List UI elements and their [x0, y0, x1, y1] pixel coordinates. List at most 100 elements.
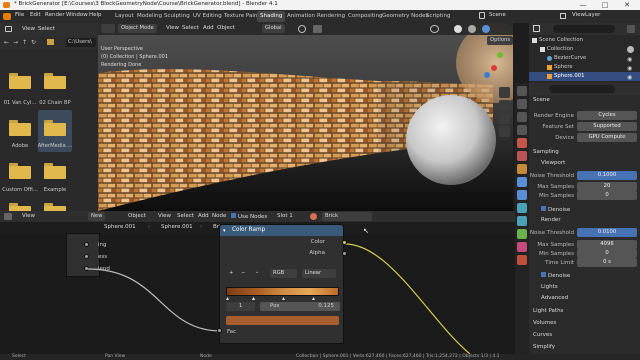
constraints-tab-icon[interactable]	[517, 216, 527, 226]
pivot-icon[interactable]	[298, 25, 306, 33]
menu-file[interactable]: File	[15, 12, 24, 18]
eye-icon[interactable]: ◉	[627, 73, 632, 82]
3d-viewport[interactable]: Object Mode View Select Add Object Globa…	[98, 23, 513, 211]
feature-set-row[interactable]: Feature Set Supported	[529, 122, 640, 132]
r-min-samples-field[interactable]: 0	[577, 249, 637, 258]
time-limit-row[interactable]: Time Limit 0 s	[529, 258, 640, 268]
render-subsection[interactable]: Render	[541, 217, 561, 223]
outliner-row-collection[interactable]: Collection	[529, 45, 640, 54]
object-tab-icon[interactable]	[517, 164, 527, 174]
folder-icon[interactable]	[44, 73, 66, 89]
tab-scripting[interactable]: Scripting	[423, 11, 453, 22]
outliner-row-sphere-001[interactable]: Sphere.001 ◉	[529, 72, 640, 81]
snap-icon[interactable]	[313, 25, 322, 33]
tab-shading[interactable]: Shading	[257, 11, 286, 22]
chevron-down-icon[interactable]: ⌄	[255, 269, 259, 275]
tab-uv-editing[interactable]: UV Editing	[190, 11, 225, 22]
filter-icon[interactable]	[627, 25, 635, 33]
menu-edit[interactable]: Edit	[30, 12, 41, 18]
interpolation-dropdown[interactable]: Linear	[302, 269, 336, 278]
tab-layout[interactable]: Layout	[112, 11, 137, 22]
scene-name[interactable]: Scene	[489, 12, 506, 18]
checkbox-icon[interactable]	[627, 46, 634, 53]
render-engine-row[interactable]: Render Engine Cycles	[529, 111, 640, 121]
folder-icon[interactable]	[9, 73, 31, 89]
scene-tab-icon[interactable]	[517, 138, 527, 148]
outliner-row-scene-collection[interactable]: Scene Collection	[529, 36, 640, 45]
fb-select-menu[interactable]: Select	[38, 26, 55, 32]
r-noise-threshold-row[interactable]: Noise Threshold 0.0100	[529, 228, 640, 238]
stop-color-swatch[interactable]	[226, 316, 339, 325]
menu-render[interactable]: Render	[45, 12, 65, 18]
color-stop-handle[interactable]: ▴	[226, 295, 229, 302]
shading-material-icon[interactable]	[468, 25, 476, 33]
vp-denoise-toggle[interactable]: Denoise	[541, 206, 570, 213]
feature-set-dropdown[interactable]: Supported	[577, 122, 637, 131]
remove-stop-button[interactable]: −	[238, 269, 248, 278]
render-engine-dropdown[interactable]: Cycles	[577, 111, 637, 120]
vp-min-samples-field[interactable]: 0	[577, 191, 637, 200]
fb-view-menu[interactable]: View	[22, 26, 35, 32]
view-layer-name[interactable]: ViewLayer	[572, 12, 600, 18]
lights-subsection[interactable]: Lights	[541, 284, 558, 290]
collapse-chevron-icon[interactable]: ▾	[223, 228, 226, 234]
outliner-editor-icon[interactable]	[533, 25, 540, 32]
object-mode-dropdown[interactable]: Object Mode	[118, 24, 157, 33]
physics-tab-icon[interactable]	[517, 203, 527, 213]
folder-label[interactable]: AfterMedia ...	[35, 143, 75, 149]
vp-view-menu[interactable]: View	[166, 25, 179, 31]
color-ramp-node[interactable]: Color Ramp ▾ Color Alpha + − ⌄ RGB Linea…	[219, 224, 344, 344]
texture-tab-icon[interactable]	[517, 255, 527, 265]
folder-label[interactable]: Example	[35, 187, 75, 193]
editor-type-icon[interactable]	[101, 24, 115, 33]
editor-type-icon[interactable]	[5, 26, 12, 32]
outliner-search-input[interactable]	[553, 25, 615, 33]
advanced-subsection[interactable]: Advanced	[541, 295, 568, 301]
light-paths-section[interactable]: Light Paths	[533, 308, 563, 314]
folder-icon[interactable]	[9, 120, 31, 136]
checkbox-icon[interactable]	[541, 272, 546, 277]
stop-index-field[interactable]: 1	[226, 302, 255, 311]
menu-window[interactable]: Window	[66, 12, 88, 18]
simplify-section[interactable]: Simplify	[533, 344, 555, 350]
menu-help[interactable]: Help	[89, 12, 102, 18]
view-layer-tab-icon[interactable]	[517, 125, 527, 135]
data-tab-icon[interactable]	[517, 229, 527, 239]
render-tab-icon[interactable]	[517, 99, 527, 109]
output-tab-icon[interactable]	[517, 112, 527, 122]
r-denoise-toggle[interactable]: Denoise	[541, 272, 570, 279]
properties-search-input[interactable]	[549, 85, 615, 93]
back-arrow-icon[interactable]: ←	[4, 39, 9, 46]
tool-tab-icon[interactable]	[517, 86, 527, 96]
zoom-icon[interactable]	[499, 87, 510, 98]
pan-hand-icon[interactable]	[499, 100, 510, 111]
overlays-icon[interactable]	[430, 25, 439, 33]
maximize-button[interactable]: □	[594, 0, 616, 10]
viewport-subsection[interactable]: Viewport	[541, 160, 565, 166]
color-stop-handle[interactable]: ▴	[282, 295, 285, 302]
tab-animation[interactable]: Animation	[284, 11, 318, 22]
folder-icon[interactable]	[44, 120, 66, 136]
device-dropdown[interactable]: GPU Compute	[577, 133, 637, 142]
minimize-button[interactable]: —	[572, 0, 594, 10]
gizmo-x-axis-icon[interactable]	[491, 65, 497, 71]
r-noise-threshold-field[interactable]: 0.0100	[577, 228, 637, 237]
folder-label[interactable]: Adobe	[0, 143, 40, 149]
tab-rendering[interactable]: Rendering	[314, 11, 348, 22]
material-tab-icon[interactable]	[517, 242, 527, 252]
close-button[interactable]: ✕	[616, 0, 638, 10]
new-folder-icon[interactable]	[47, 39, 54, 45]
vp-noise-threshold-row[interactable]: Noise Threshold 0.1000	[529, 171, 640, 181]
checkbox-icon[interactable]	[541, 206, 546, 211]
vp-add-menu[interactable]: Add	[203, 25, 214, 31]
particles-tab-icon[interactable]	[517, 190, 527, 200]
folder-label[interactable]: 02 Chain BP	[35, 100, 75, 106]
r-max-samples-field[interactable]: 4096	[577, 240, 637, 249]
outliner-row-beziercurve[interactable]: BezierCurve ◉	[529, 54, 640, 63]
fac-input-socket[interactable]	[217, 328, 222, 333]
shading-solid-icon[interactable]	[454, 25, 462, 33]
gizmo-y-axis-icon[interactable]	[497, 52, 503, 58]
device-row[interactable]: Device GPU Compute	[529, 133, 640, 143]
color-mode-dropdown[interactable]: RGB	[270, 269, 297, 278]
shading-rendered-icon[interactable]	[482, 25, 490, 33]
